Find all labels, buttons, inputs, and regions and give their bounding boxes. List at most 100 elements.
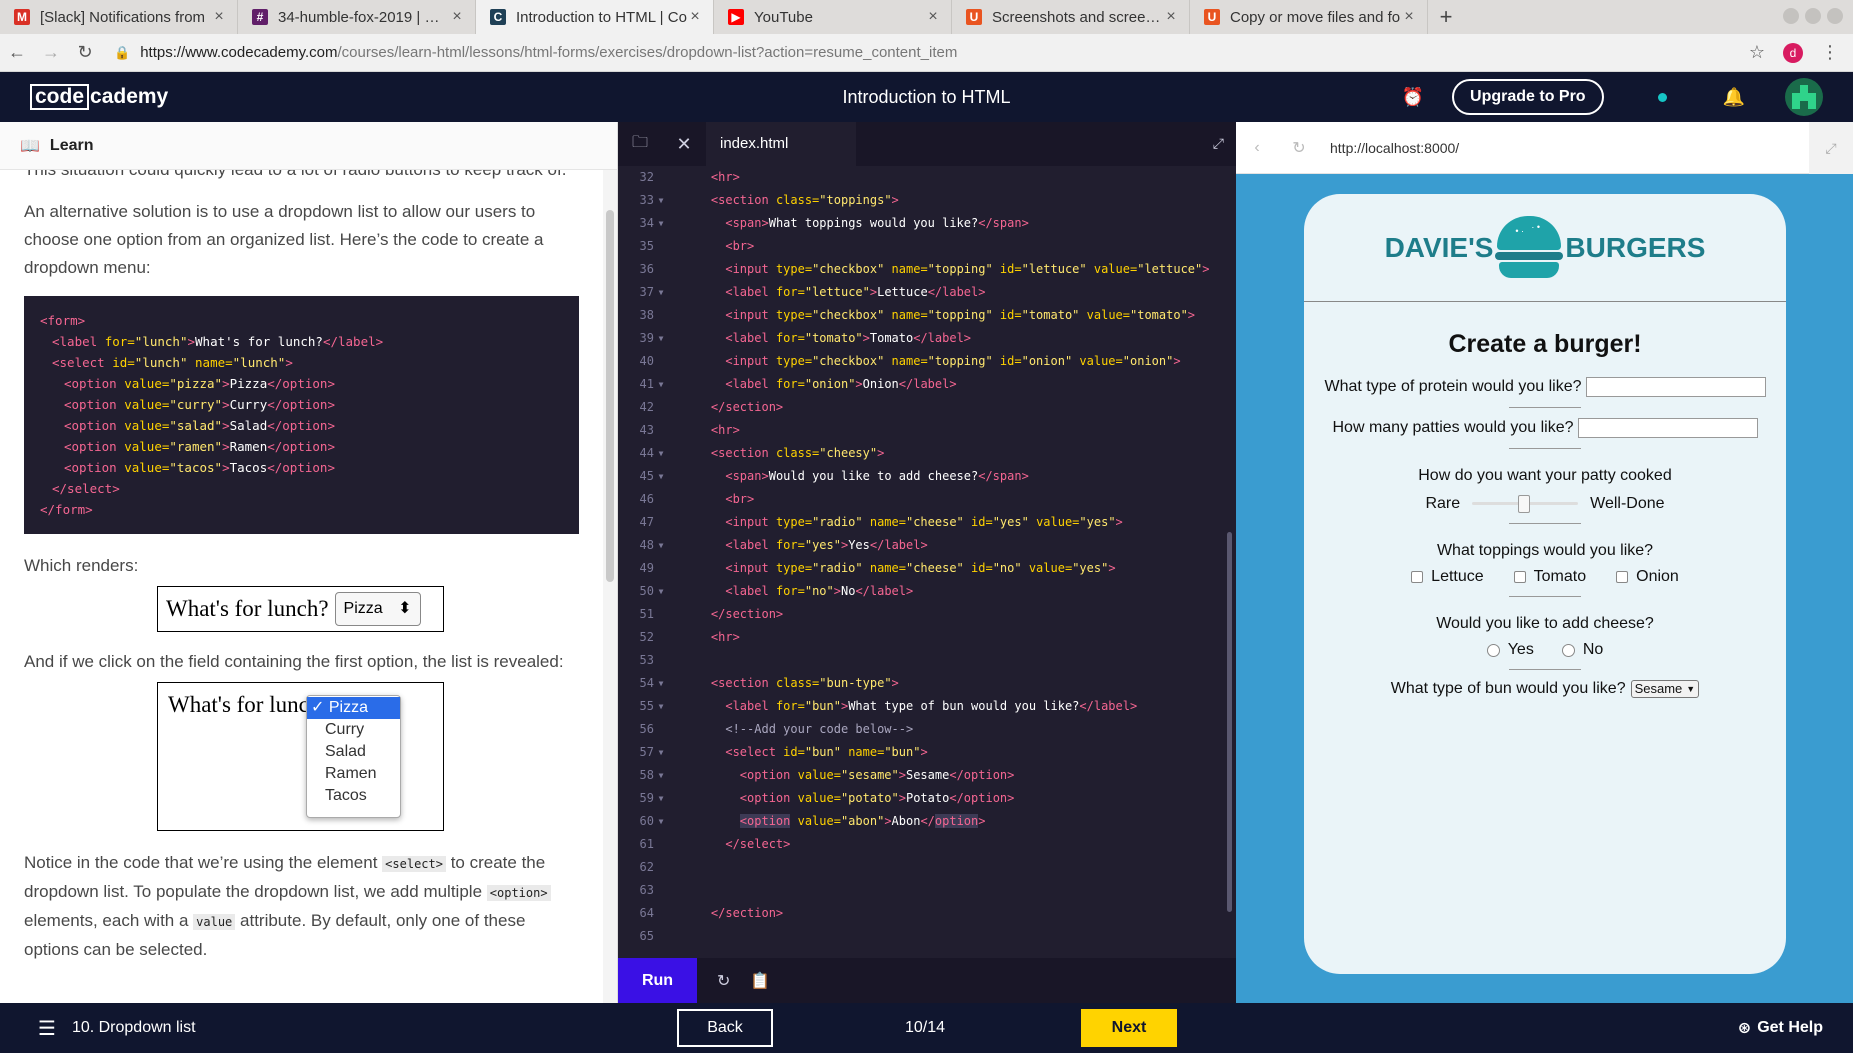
demo-select[interactable]: Pizza ⬍ <box>334 592 421 626</box>
dropdown-option[interactable]: Ramen <box>307 763 400 785</box>
code-line: 57 ▼ <select id="bun" name="bun"> <box>639 745 928 759</box>
topping-lettuce[interactable]: Lettuce <box>1411 568 1484 586</box>
minimize-button[interactable] <box>1783 8 1799 24</box>
patties-input[interactable] <box>1577 418 1758 438</box>
browser-tab[interactable]: ▶ YouTube × <box>714 0 952 34</box>
codecademy-header: code cademy Introduction to HTML ⏰ Upgrad… <box>0 72 1853 122</box>
no-radio[interactable] <box>1561 643 1575 657</box>
code-line: 43 <hr> <box>639 423 740 437</box>
code-line: 34 ▼ <span>What toppings would you like?<… <box>639 216 1029 230</box>
code-line: 36 <input type="checkbox" name="topping"… <box>639 262 1210 276</box>
code-line: 61 </select> <box>639 837 791 851</box>
demo-rendered-dropdown: What's for lunch? Pizza ⬍ <box>157 586 444 632</box>
reload-icon[interactable]: ↻ <box>68 34 102 72</box>
code-line: 32 <hr> <box>639 170 740 184</box>
tab-close-icon[interactable]: × <box>1163 8 1179 26</box>
browser-tab[interactable]: U Copy or move files and fo × <box>1190 0 1428 34</box>
maximize-button[interactable] <box>1805 8 1821 24</box>
lesson-paragraph-cut: This situation could quickly lead to a l… <box>24 170 579 184</box>
hamburger-menu-icon[interactable]: ☰ <box>38 1016 56 1041</box>
scrollbar-thumb[interactable] <box>606 210 614 582</box>
tab-close-icon[interactable]: × <box>1401 8 1417 26</box>
cheese-yes[interactable]: Yes <box>1486 641 1534 659</box>
tab-close-icon[interactable]: × <box>211 8 227 26</box>
lesson-name[interactable]: 10. Dropdown list <box>72 1019 196 1037</box>
back-arrow-icon[interactable]: ← <box>0 34 34 72</box>
preview-reload-icon[interactable]: ↻ <box>1278 138 1320 158</box>
lettuce-checkbox[interactable] <box>1411 571 1424 583</box>
lesson-content: This situation could quickly lead to a l… <box>24 170 579 978</box>
run-button[interactable]: Run <box>618 958 697 1003</box>
expand-icon[interactable]: ⤢ <box>1213 135 1224 152</box>
slider-knob[interactable] <box>1518 495 1531 513</box>
dropdown-option[interactable]: ✓ Pizza <box>307 697 400 719</box>
back-button[interactable]: Back <box>677 1009 773 1047</box>
preview-expand-icon[interactable]: ⤢ <box>1809 121 1853 174</box>
browser-tab[interactable]: #34-humble-fox-2019 | Hac × <box>238 0 476 34</box>
code-line: 49 <input type="radio" name="cheese" id=… <box>639 561 1116 575</box>
browser-tab[interactable]: C Introduction to HTML | Co × <box>476 0 714 34</box>
slack-icon: # <box>252 9 268 25</box>
onion-checkbox[interactable] <box>1616 571 1629 583</box>
topping-onion[interactable]: Onion <box>1616 568 1679 586</box>
learn-scrollbar[interactable] <box>603 170 617 1003</box>
bun-row: What type of bun would you like? Sesame ▼ <box>1304 680 1786 698</box>
topping-tomato[interactable]: Tomato <box>1513 568 1586 586</box>
url-field[interactable]: 🔒 https://www.codecademy.com/courses/lea… <box>114 44 1749 61</box>
divider <box>1509 523 1581 524</box>
cheese-no[interactable]: No <box>1561 641 1603 659</box>
dropdown-option-label: Pizza <box>328 699 368 716</box>
protein-input[interactable] <box>1585 377 1766 397</box>
tab-close-icon[interactable]: × <box>449 8 465 26</box>
yes-radio[interactable] <box>1486 643 1500 657</box>
code-line: 58 ▼ <option value="sesame">Sesame</optio… <box>639 768 1015 782</box>
code-line: 52 <hr> <box>639 630 740 644</box>
editor-scrollbar[interactable] <box>1227 532 1232 912</box>
tab-title: Introduction to HTML | Co <box>516 8 687 26</box>
browser-tab[interactable]: U Screenshots and screenca × <box>952 0 1190 34</box>
new-tab-button[interactable]: + <box>1428 0 1464 34</box>
notification-bell-icon[interactable]: 🔔 <box>1723 87 1745 108</box>
forward-arrow-icon[interactable]: → <box>34 34 68 72</box>
code-area[interactable]: 32 <hr> 33 ▼ <section class="toppings"> 3… <box>618 166 1236 944</box>
get-help-button[interactable]: ⊛ Get Help <box>1738 1003 1823 1053</box>
profile-avatar[interactable]: d <box>1783 42 1803 63</box>
brand-left: DAVIE'S <box>1384 231 1494 263</box>
code-line: 37 ▼ <label for="lettuce">Lettuce</label> <box>639 285 986 299</box>
checkmark-icon: ✓ <box>311 699 329 716</box>
menu-kebab-icon[interactable]: ⋮ <box>1821 42 1839 63</box>
browser-tab[interactable]: M [Slack] Notifications from × <box>0 0 238 34</box>
bun-select[interactable]: Sesame ▼ <box>1630 680 1700 698</box>
close-file-icon[interactable]: ✕ <box>662 134 706 155</box>
tab-close-icon[interactable]: × <box>687 8 703 26</box>
close-window-button[interactable] <box>1827 8 1843 24</box>
upgrade-to-pro-button[interactable]: Upgrade to Pro <box>1452 79 1604 115</box>
next-button[interactable]: Next <box>1081 1009 1177 1047</box>
learn-header: 📖 Learn <box>0 122 617 170</box>
dropdown-option[interactable]: Tacos <box>307 785 400 807</box>
file-tab-index-html[interactable]: index.html <box>706 122 857 166</box>
reset-icon[interactable]: ↻ <box>717 971 730 991</box>
copy-clipboard-icon[interactable]: 📋 <box>750 971 770 991</box>
codecademy-logo[interactable]: code cademy <box>30 84 168 110</box>
status-dot-icon <box>1657 92 1667 102</box>
dropdown-option[interactable]: Salad <box>307 741 400 763</box>
tomato-checkbox[interactable] <box>1513 571 1526 583</box>
browser-preview: ‹ ↻ http://localhost:8000/ ⤢ DAVIE'S • ·… <box>1236 121 1853 1003</box>
doneness-slider[interactable] <box>1472 495 1579 513</box>
tab-close-icon[interactable]: × <box>925 8 941 26</box>
dropdown-option[interactable]: Curry <box>307 719 400 741</box>
learn-panel: 📖 Learn This situation could quickly lea… <box>0 122 618 1003</box>
folder-icon[interactable]: 🗀 <box>618 131 662 158</box>
url-host: https://www.codecademy.com <box>140 44 338 61</box>
bookmark-star-icon[interactable]: ☆ <box>1749 42 1765 63</box>
preview-back-icon[interactable]: ‹ <box>1236 139 1278 157</box>
code-line: 64 </section> <box>639 906 784 920</box>
alarm-clock-icon[interactable]: ⏰ <box>1402 87 1424 108</box>
code-line: 35 <br> <box>639 239 755 253</box>
code-line: 39 ▼ <label for="tomato">Tomato</label> <box>639 331 972 345</box>
lesson-paragraph-notice: Notice in the code that we’re using the … <box>24 849 579 964</box>
preview-url[interactable]: http://localhost:8000/ <box>1330 140 1809 156</box>
code-line: 56 <!--Add your code below--> <box>639 722 914 736</box>
user-avatar[interactable] <box>1785 78 1823 116</box>
